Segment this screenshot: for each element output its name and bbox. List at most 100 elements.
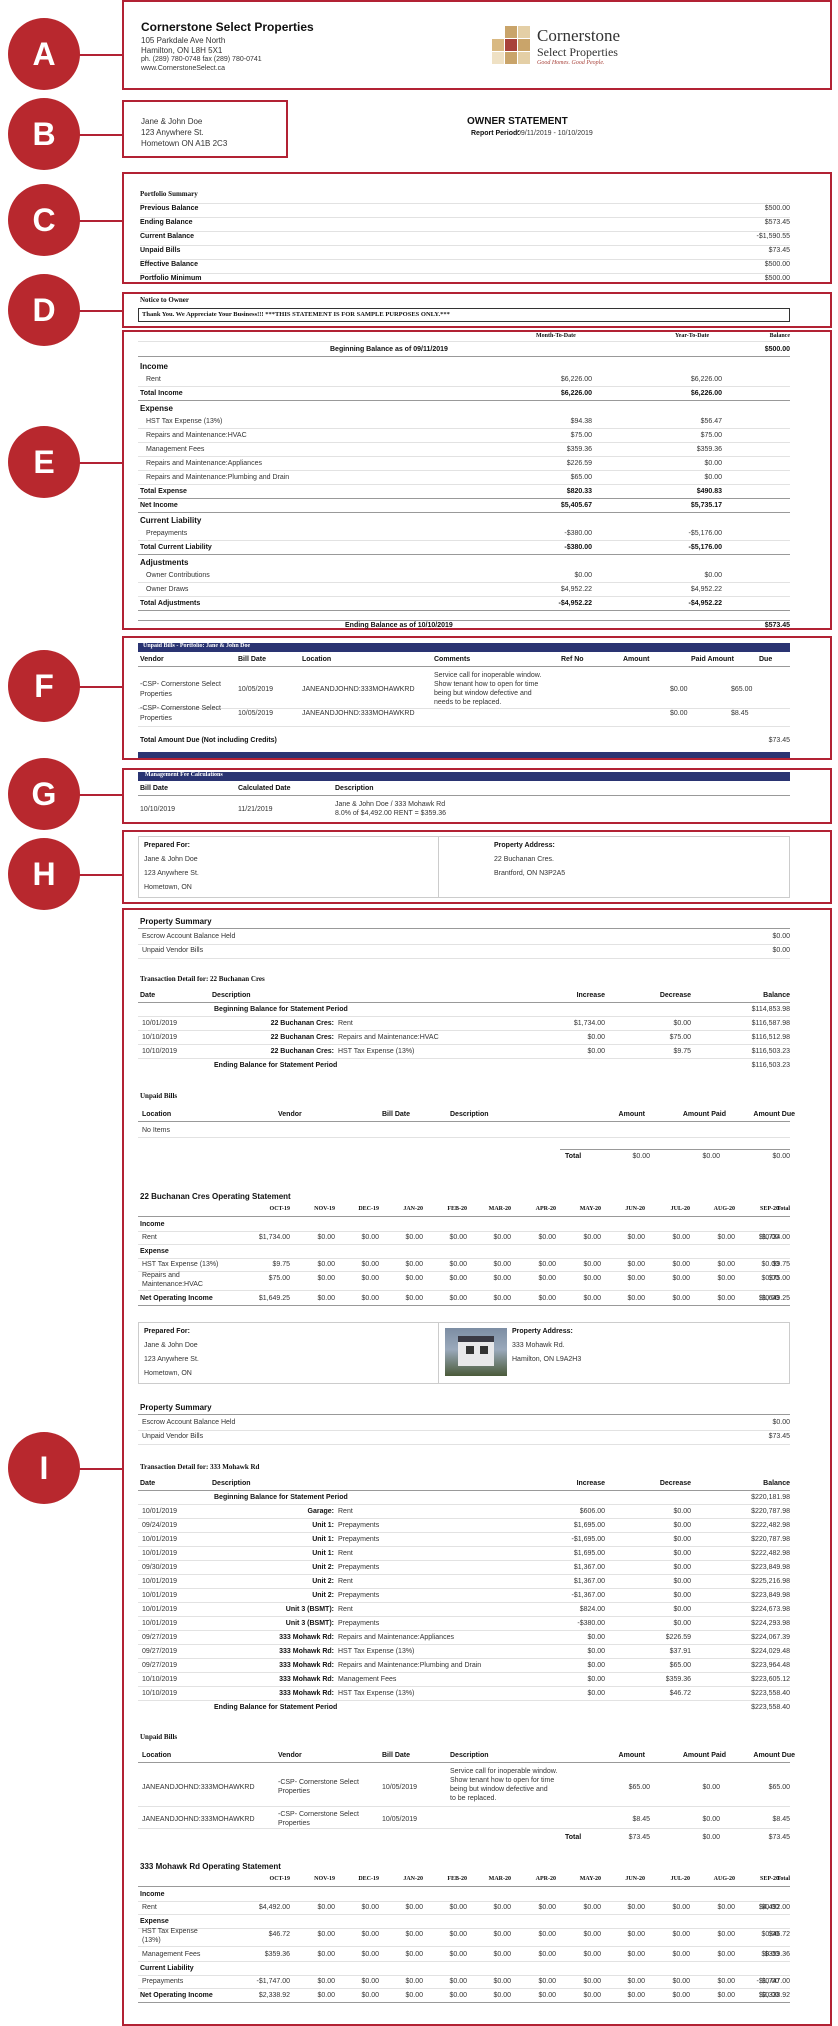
unpaid-vendor-2: Properties bbox=[140, 715, 172, 722]
income-row-ytd: -$5,176.00 bbox=[688, 530, 722, 537]
prepared-for-address-1: 123 Anywhere St. bbox=[144, 870, 199, 877]
detail-row-divider bbox=[138, 1058, 790, 1059]
op-month-header: DEC-19 bbox=[358, 1876, 379, 1882]
detail-row-divider bbox=[138, 1686, 790, 1687]
op-row-divider bbox=[138, 1961, 790, 1962]
portfolio-row-label: Unpaid Bills bbox=[140, 247, 181, 254]
detail-decrease: $0.00 bbox=[673, 1564, 691, 1571]
logo-icon bbox=[490, 24, 534, 66]
income-row-mtd: -$380.00 bbox=[564, 544, 592, 551]
income-row-label: Total Adjustments bbox=[140, 600, 201, 607]
property-photo-house bbox=[458, 1336, 494, 1366]
op-row-label: Repairs and bbox=[142, 1272, 180, 1279]
op-month-value: $0.00 bbox=[449, 1295, 467, 1302]
income-header-divider bbox=[138, 341, 790, 342]
property-unpaid-total-due: $0.00 bbox=[772, 1153, 790, 1160]
mgmt-header-calculated-date: Calculated Date bbox=[238, 785, 291, 792]
detail-property-label: Unit 1: bbox=[312, 1536, 334, 1543]
detail-ending-value: $223,558.40 bbox=[751, 1704, 790, 1711]
detail-increase: $0.00 bbox=[587, 1676, 605, 1683]
op-month-value: $0.00 bbox=[627, 1904, 645, 1911]
detail-balance: $223,558.40 bbox=[751, 1690, 790, 1697]
portfolio-row-label: Portfolio Minimum bbox=[140, 275, 202, 282]
income-row-ytd: $6,226.00 bbox=[690, 376, 722, 383]
op-month-value: $0.00 bbox=[717, 1275, 735, 1282]
report-period-label: Report Period: bbox=[471, 130, 520, 137]
op-row-label: Net Operating Income bbox=[140, 1295, 213, 1302]
portfolio-row-value: $500.00 bbox=[764, 205, 790, 212]
unpaid-amount: $0.00 bbox=[670, 710, 688, 717]
detail-increase: $1,695.00 bbox=[573, 1550, 605, 1557]
op-month-value: $0.00 bbox=[361, 1295, 379, 1302]
income-divider bbox=[138, 428, 790, 429]
portfolio-row-label: Ending Balance bbox=[140, 219, 193, 226]
detail-row-divider bbox=[138, 1560, 790, 1561]
property-unpaid-header-divider bbox=[138, 1121, 790, 1122]
detail-balance: $224,673.98 bbox=[751, 1606, 790, 1613]
property-unpaid-vendor-2: Properties bbox=[278, 1788, 310, 1795]
statement-page: A B C D E F G H I Cornerstone Select Properties 10… bbox=[0, 0, 838, 2026]
op-month-value: $0.00 bbox=[405, 1234, 423, 1241]
detail-balance: $116,587.98 bbox=[751, 1020, 790, 1027]
transaction-detail-title: Transaction Detail for: 22 Buchanan Cres bbox=[140, 975, 265, 983]
section-a-header bbox=[122, 0, 832, 90]
detail-increase: -$1,367.00 bbox=[571, 1592, 605, 1599]
detail-ending-label: Ending Balance for Statement Period bbox=[214, 1704, 338, 1711]
logo-subtitle: Select Properties bbox=[537, 45, 618, 59]
op-total-header: Total bbox=[776, 1206, 790, 1212]
op-month-value: $0.00 bbox=[717, 1931, 735, 1938]
prepared-for-name: Jane & John Doe bbox=[144, 856, 198, 863]
detail-row-divider bbox=[138, 1616, 790, 1617]
op-month-value: $0.00 bbox=[405, 1904, 423, 1911]
detail-beginning-label: Beginning Balance for Statement Period bbox=[214, 1494, 348, 1501]
op-row-divider bbox=[138, 1946, 790, 1947]
op-section-heading: Expense bbox=[140, 1918, 169, 1925]
op-month-value: $0.00 bbox=[449, 1261, 467, 1268]
income-row-label: Total Expense bbox=[140, 488, 187, 495]
detail-decrease: $0.00 bbox=[673, 1522, 691, 1529]
detail-row-divider bbox=[138, 1644, 790, 1645]
detail-decrease: $0.00 bbox=[673, 1508, 691, 1515]
op-row-label: Rent bbox=[142, 1904, 157, 1911]
portfolio-row-value: $73.45 bbox=[768, 247, 790, 254]
income-row-mtd: $75.00 bbox=[570, 432, 592, 439]
op-month-value: $0.00 bbox=[449, 1978, 467, 1985]
operating-statement-title: 22 Buchanan Cres Operating Statement bbox=[140, 1192, 291, 1201]
property-unpaid-header-2: Bill Date bbox=[382, 1752, 411, 1759]
detail-description: Repairs and Maintenance:Plumbing and Dra… bbox=[338, 1662, 482, 1669]
income-row-mtd: $65.00 bbox=[570, 474, 592, 481]
detail-row-divider bbox=[138, 1504, 790, 1505]
op-total-value: $1,734.00 bbox=[758, 1234, 790, 1241]
income-row-mtd: -$4,952.22 bbox=[558, 600, 592, 607]
detail-increase: $0.00 bbox=[587, 1662, 605, 1669]
ending-balance-label: Ending Balance as of 10/10/2019 bbox=[345, 622, 453, 629]
detail-row-divider bbox=[138, 1030, 790, 1031]
property-unpaid-total-due: $73.45 bbox=[768, 1834, 790, 1841]
detail-date: 10/01/2019 bbox=[142, 1508, 178, 1515]
detail-decrease: $0.00 bbox=[673, 1020, 691, 1027]
op-total-header: Total bbox=[776, 1876, 790, 1882]
property-summary-value: $0.00 bbox=[772, 947, 790, 954]
detail-property-label: Unit 2: bbox=[312, 1564, 334, 1571]
detail-property-label: 22 Buchanan Cres: bbox=[270, 1034, 334, 1041]
detail-header-divider bbox=[138, 1002, 790, 1003]
property-unpaid-total-amount: $73.45 bbox=[628, 1834, 650, 1841]
property-address-1: 22 Buchanan Cres. bbox=[494, 856, 554, 863]
op-month-value: $0.00 bbox=[583, 1951, 601, 1958]
income-row-ytd: -$4,952.22 bbox=[688, 600, 722, 607]
detail-property-label: Unit 1: bbox=[312, 1550, 334, 1557]
detail-increase: -$380.00 bbox=[577, 1620, 605, 1627]
portfolio-row-value: $500.00 bbox=[764, 261, 790, 268]
income-divider bbox=[138, 356, 790, 357]
property-summary-title: Property Summary bbox=[140, 1403, 212, 1412]
detail-balance: $223,964.48 bbox=[751, 1662, 790, 1669]
op-month-value: $0.00 bbox=[317, 1931, 335, 1938]
income-section-heading: Current Liability bbox=[140, 516, 202, 525]
income-divider bbox=[138, 596, 790, 597]
op-month-value: $0.00 bbox=[449, 1992, 467, 1999]
income-divider bbox=[138, 610, 790, 611]
op-month-value: $0.00 bbox=[405, 1275, 423, 1282]
op-month-value: $0.00 bbox=[672, 1992, 690, 1999]
property-unpaid-header-divider bbox=[138, 1762, 790, 1763]
detail-row-divider bbox=[138, 1016, 790, 1017]
